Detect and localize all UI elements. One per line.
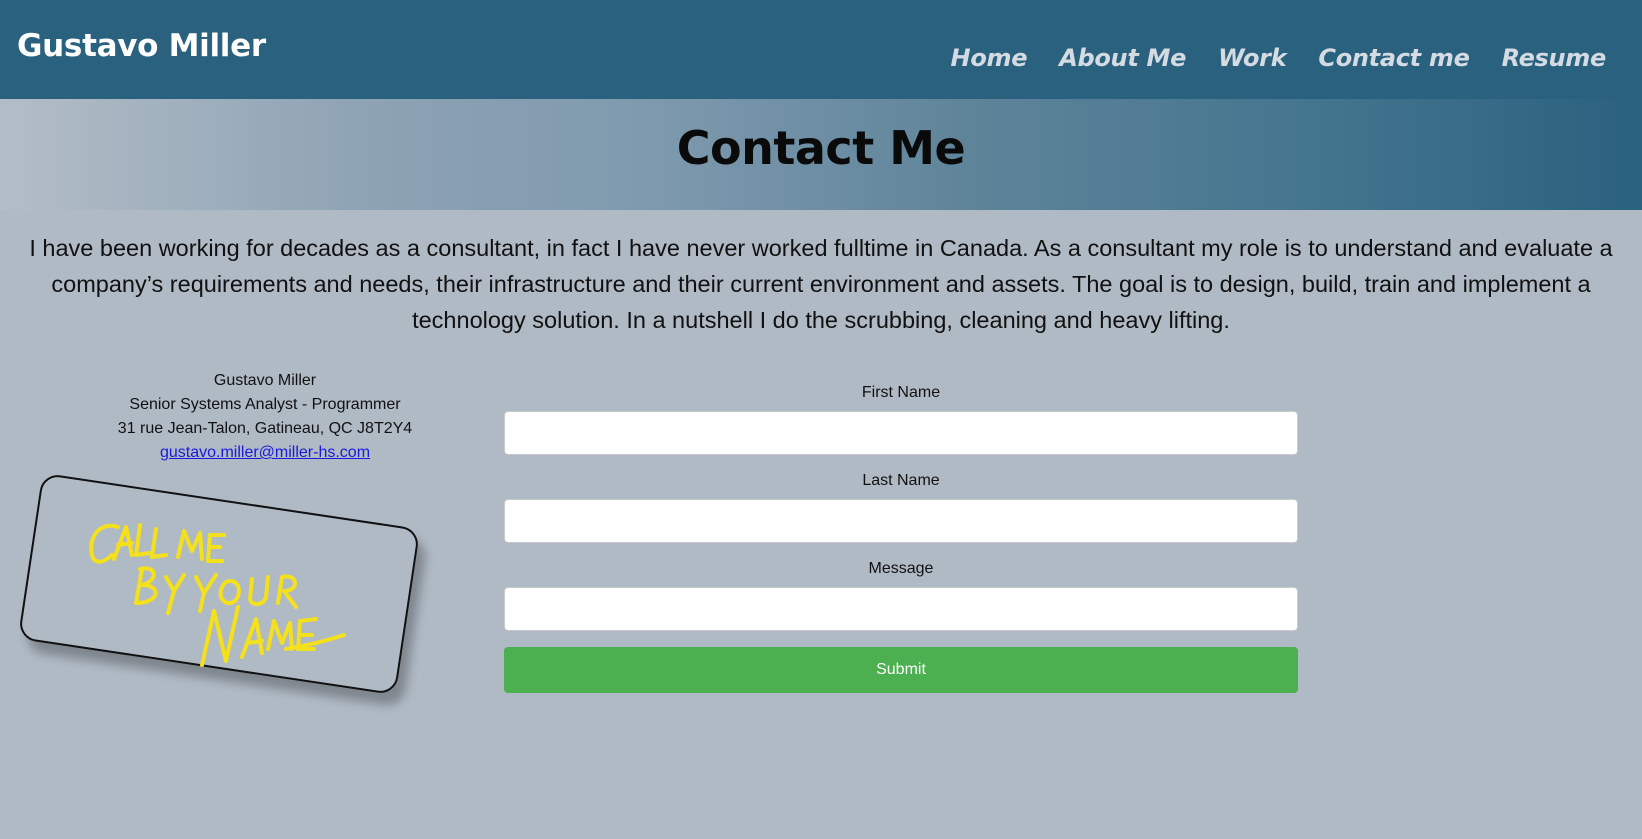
contact-form: First Name Last Name Message Submit xyxy=(504,383,1298,693)
contact-title: Senior Systems Analyst - Programmer xyxy=(129,396,401,413)
nav-contact-me[interactable]: Contact me xyxy=(1318,44,1470,72)
page-title: Contact Me xyxy=(676,121,966,175)
nav-about-me[interactable]: About Me xyxy=(1059,44,1186,72)
first-name-input[interactable] xyxy=(504,411,1298,455)
nav-home[interactable]: Home xyxy=(951,44,1028,72)
nav-resume[interactable]: Resume xyxy=(1502,44,1607,72)
intro-paragraph: I have been working for decades as a con… xyxy=(29,235,1613,333)
nav-work[interactable]: Work xyxy=(1218,44,1287,72)
message-label: Message xyxy=(868,560,934,577)
contact-address: 31 rue Jean-Talon, Gatineau, QC J8T2Y4 xyxy=(117,420,413,437)
site-brand[interactable]: Gustavo Miller xyxy=(17,28,266,64)
contact-card: Gustavo Miller Senior Systems Analyst - … xyxy=(95,369,435,465)
hero-banner: Contact Me xyxy=(0,99,1642,210)
main-nav: Home About Me Work Contact me Resume xyxy=(951,44,1607,72)
contact-name: Gustavo Miller xyxy=(213,372,317,389)
submit-button[interactable]: Submit xyxy=(504,647,1298,693)
last-name-label: Last Name xyxy=(862,472,940,489)
contact-email-link[interactable]: gustavo.miller@miller-hs.com xyxy=(160,444,370,461)
first-name-label: First Name xyxy=(861,384,941,401)
call-me-sign-logo xyxy=(89,523,346,667)
last-name-input[interactable] xyxy=(504,499,1298,543)
site-header: Gustavo Miller Home About Me Work Contac… xyxy=(0,0,1642,99)
message-input[interactable] xyxy=(504,587,1298,631)
